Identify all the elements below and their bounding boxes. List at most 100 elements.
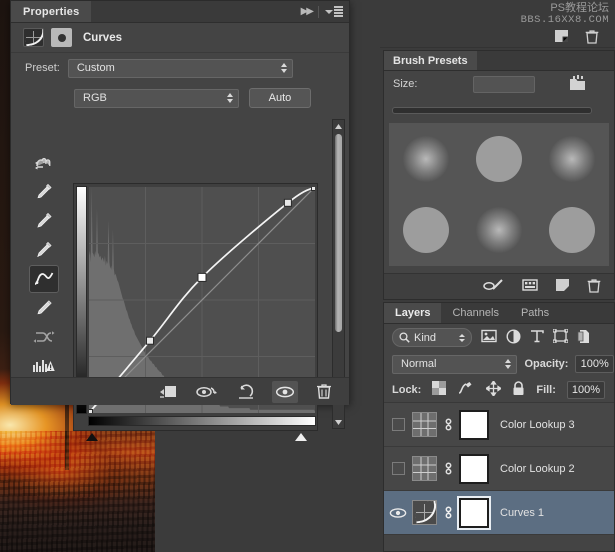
black-point-slider[interactable] [86,433,98,441]
edit-points-curve-icon[interactable] [29,265,59,293]
brush-preset-grid[interactable] [389,123,609,266]
curve-control-point[interactable] [89,409,93,414]
brush-size-slider[interactable] [392,107,592,114]
opacity-input[interactable]: 100% [575,355,614,373]
preset-stepper-icon[interactable] [280,63,287,73]
delete-layer-icon[interactable] [585,29,599,47]
layer-visibility-toggle[interactable] [384,507,412,519]
preset-row: Preset: Custom [11,53,349,83]
lock-transparent-pixels-icon[interactable] [432,381,447,398]
tab-paths[interactable]: Paths [510,303,560,323]
histogram-warning-icon[interactable] [29,352,59,380]
white-point-eyedropper-icon[interactable] [29,236,59,264]
soft-round-brush[interactable] [402,135,449,182]
preset-label: Preset: [25,62,60,74]
curve-control-point[interactable] [311,187,316,191]
open-preset-manager-icon[interactable] [522,278,538,295]
filter-shape-layers-icon[interactable] [552,328,569,346]
curves-thumbnail[interactable] [412,500,437,525]
brush-folder-icon[interactable] [569,74,586,94]
blend-stepper-icon[interactable] [505,359,512,369]
color-lookup-thumbnail[interactable] [412,456,437,481]
link-mask-icon[interactable] [440,417,456,432]
table-row[interactable]: Curves 1 [384,491,614,535]
link-mask-icon[interactable] [440,461,456,476]
filter-smart-object-icon[interactable] [577,329,592,347]
brush-size-row: Size: [384,71,614,97]
delete-adjustment-icon[interactable] [311,381,337,403]
blend-mode-select[interactable]: Normal [392,354,518,374]
scrollbar-thumb[interactable] [335,134,342,332]
hard-round-brush[interactable] [402,207,449,254]
fill-input[interactable]: 100% [566,380,605,399]
channel-value: RGB [83,92,107,104]
right-dock: PS教程论坛 BBS.16XX8.COM Brush Presets Size: [380,0,615,552]
delete-brush-icon[interactable] [587,278,601,296]
preset-select[interactable]: Custom [67,58,293,78]
table-row[interactable]: Color Lookup 3 [384,403,614,447]
preset-value: Custom [76,62,115,74]
collapse-to-icons-icon[interactable]: ▶▶ [301,6,314,17]
smooth-curve-icon[interactable] [29,323,59,351]
channel-row: RGB Auto [11,83,349,113]
soft-round-brush[interactable] [549,135,596,182]
draw-pencil-curve-icon[interactable] [29,294,59,322]
layer-mask-thumbnail[interactable] [457,495,491,530]
scroll-down-icon[interactable] [333,416,344,428]
tab-brush-presets[interactable]: Brush Presets [384,51,477,70]
soft-round-brush[interactable] [475,207,522,254]
white-point-slider[interactable] [295,433,307,441]
scroll-up-icon[interactable] [333,120,344,132]
gray-point-eyedropper-icon[interactable] [29,207,59,235]
layer-filter-row: Kind [384,324,614,351]
lock-position-icon[interactable] [485,379,503,399]
table-row[interactable]: Color Lookup 2 [384,447,614,491]
layer-name: Color Lookup 2 [500,462,575,475]
layer-visibility-eye-icon[interactable] [272,380,298,403]
layer-mask-thumbnail[interactable] [459,453,489,484]
filter-pixel-layers-icon[interactable] [481,329,497,346]
reset-adjustment-icon[interactable] [233,381,259,403]
auto-button[interactable]: Auto [249,88,311,108]
curve-control-point[interactable] [146,336,154,345]
brush-size-input[interactable] [473,75,536,93]
eye-off-icon[interactable] [391,462,405,475]
layer-visibility-toggle[interactable] [384,418,412,431]
tab-layers[interactable]: Layers [384,303,442,323]
hard-round-brush[interactable] [475,135,522,182]
layer-filter-kind-select[interactable]: Kind [392,328,472,347]
new-brush-preset-icon[interactable] [555,278,570,295]
filter-stepper-icon[interactable] [459,333,465,342]
link-mask-icon[interactable] [440,505,456,520]
channel-stepper-icon[interactable] [227,93,233,103]
toggle-preview-eye-icon[interactable] [194,381,220,403]
curves-adjustment-icon [23,28,44,47]
new-adjustment-layer-icon[interactable] [554,29,569,46]
input-gradient-bar [88,416,316,426]
filter-adjustment-layers-icon[interactable] [506,328,521,347]
eye-off-icon[interactable] [391,418,405,431]
layers-tabbar: Layers Channels Paths [384,303,614,324]
curves-tool-column [29,149,63,381]
layer-mask-thumbnail[interactable] [459,409,489,440]
curve-control-point[interactable] [197,272,207,282]
clip-to-layer-icon[interactable] [155,381,181,403]
panel-menu-icon[interactable] [325,6,343,17]
tab-channels[interactable]: Channels [441,303,509,323]
curve-control-point[interactable] [283,198,292,207]
brush-footer-toolbar [384,273,614,299]
adjustment-preset-dot-icon[interactable] [51,28,72,47]
hard-round-brush[interactable] [549,207,596,254]
tab-properties[interactable]: Properties [11,1,92,22]
properties-body: Preset: Custom RGB Auto [11,53,349,441]
toggle-brush-settings-icon[interactable] [483,278,505,295]
eye-on-icon [389,507,407,518]
color-lookup-thumbnail[interactable] [412,412,437,437]
black-point-eyedropper-icon[interactable] [29,178,59,206]
on-image-adjust-icon[interactable] [29,149,59,177]
lock-all-icon[interactable] [512,380,525,399]
layer-visibility-toggle[interactable] [384,462,412,475]
lock-image-pixels-icon[interactable] [457,381,475,398]
filter-type-layers-icon[interactable] [530,329,544,346]
channel-select[interactable]: RGB [74,88,239,108]
